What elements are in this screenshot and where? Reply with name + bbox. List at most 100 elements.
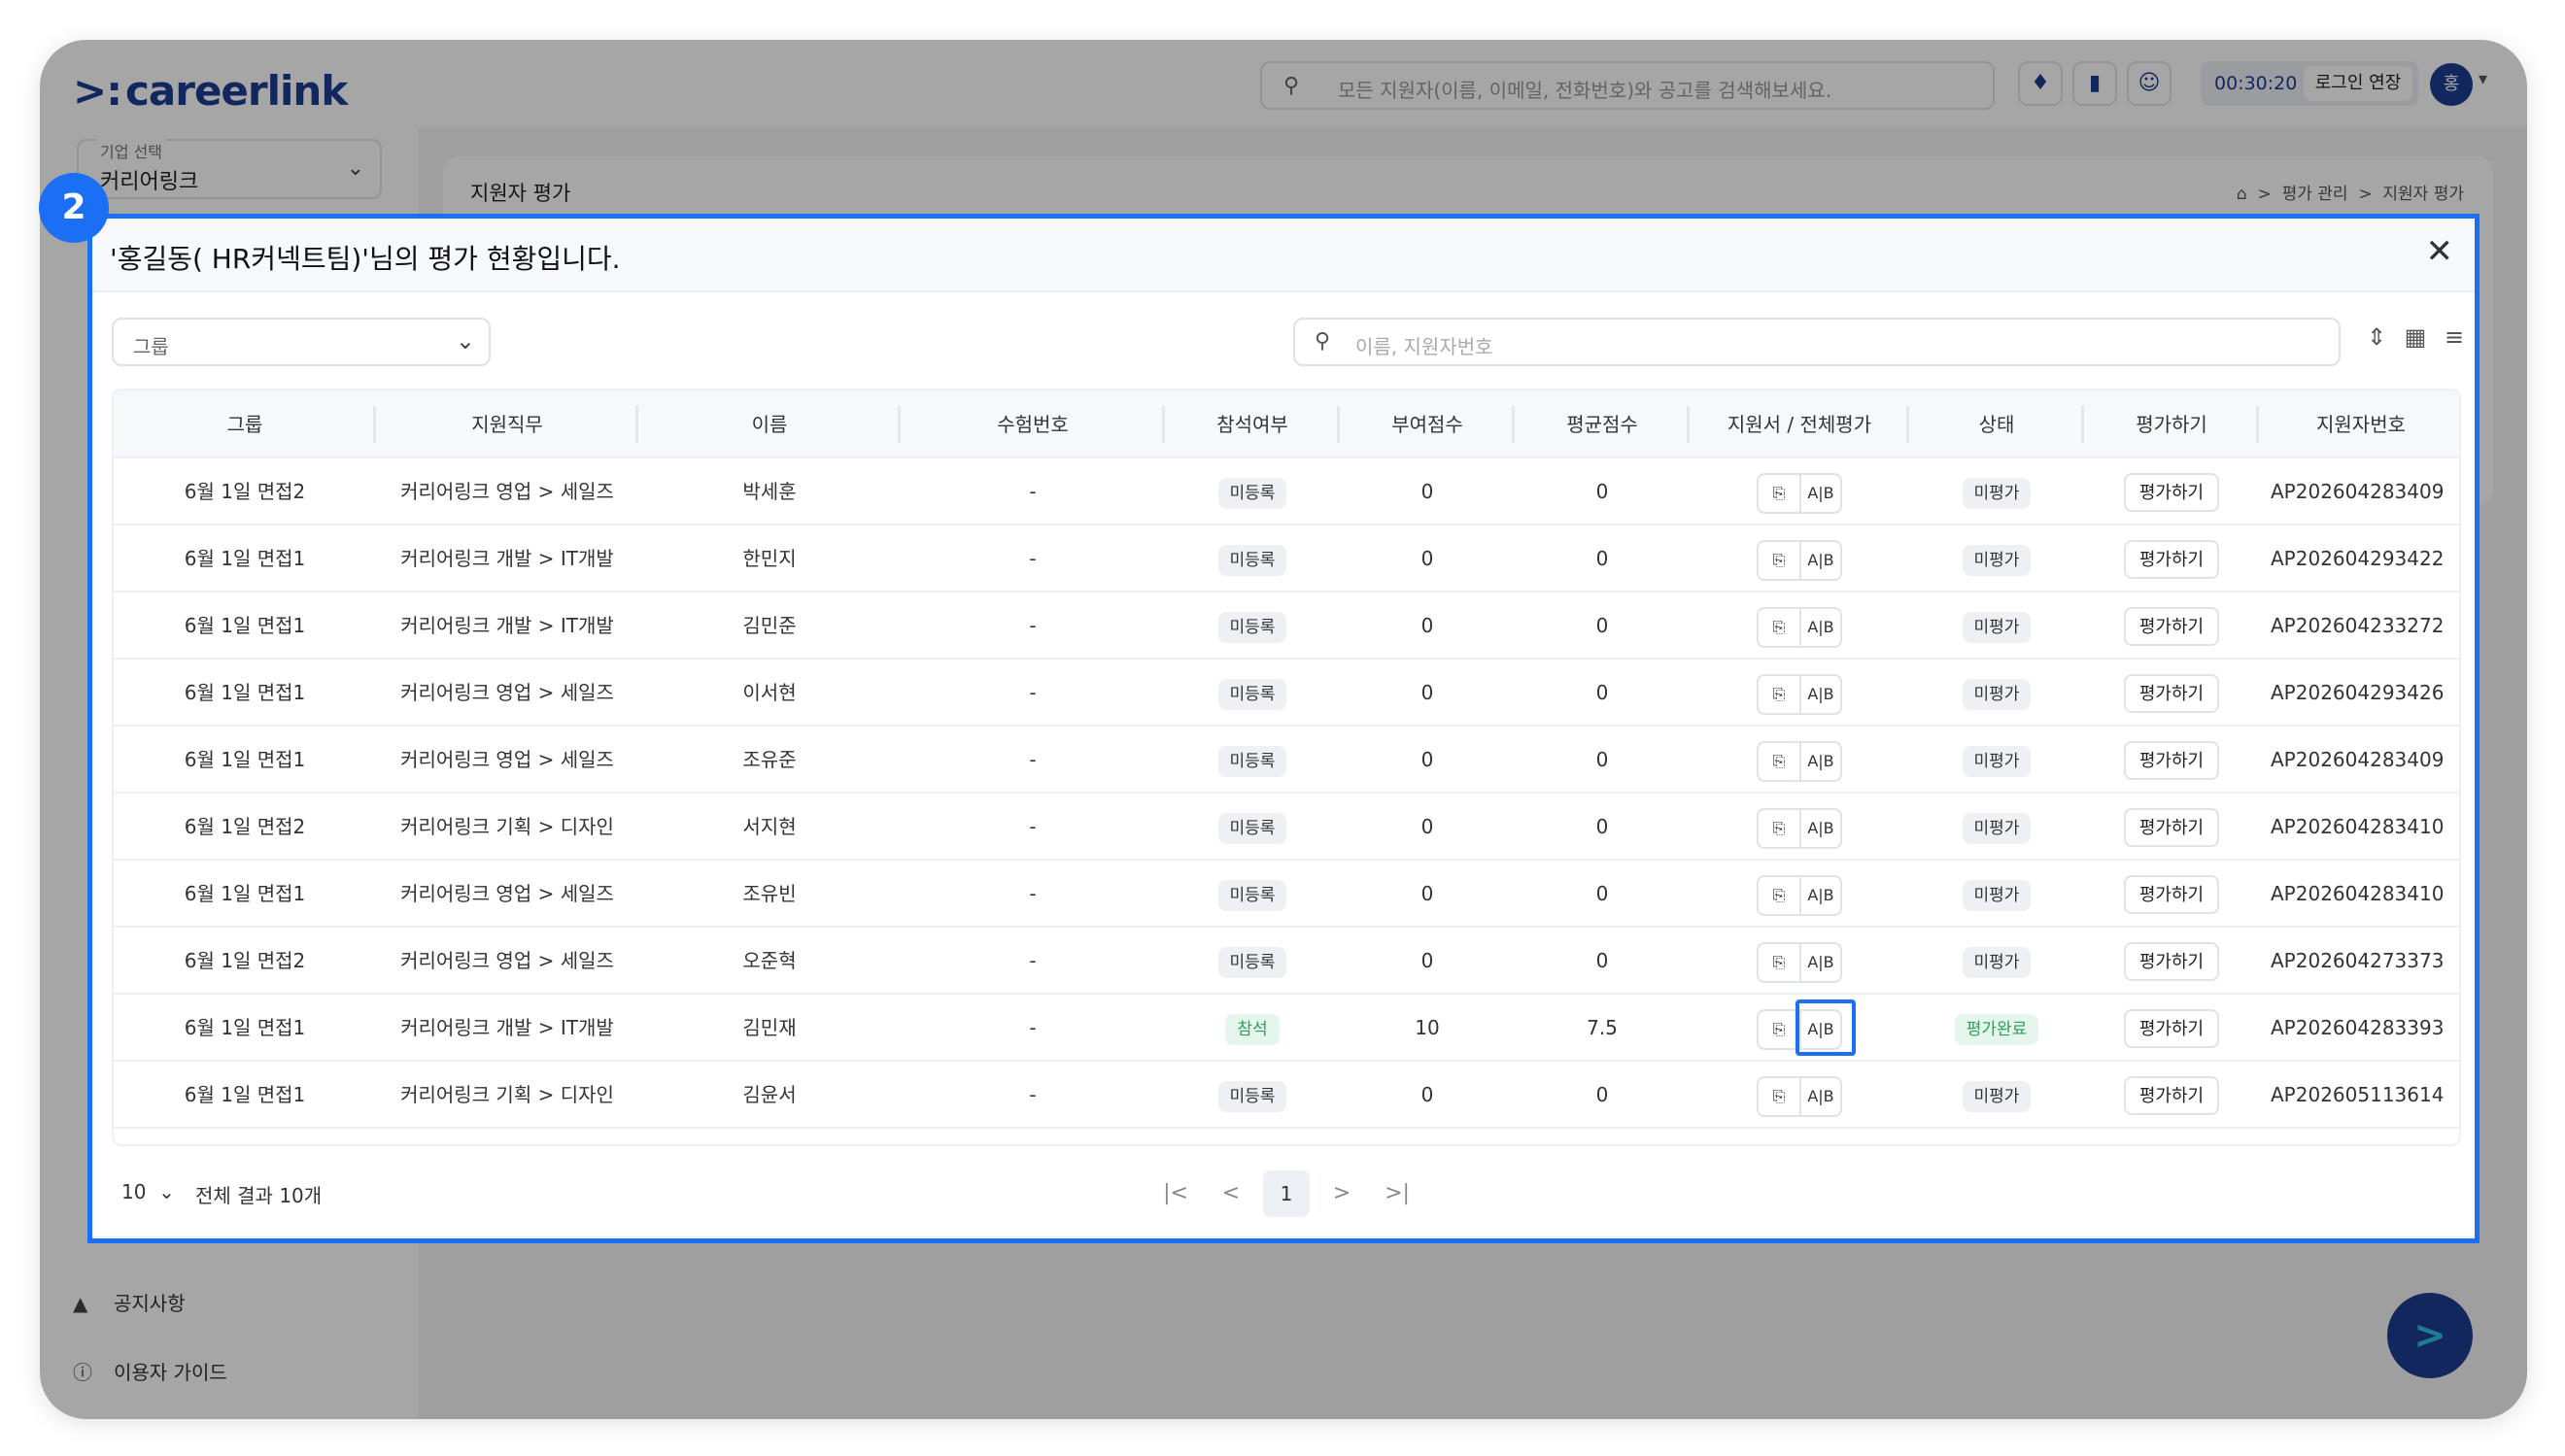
col-attendance: 미등록 <box>1165 794 1340 861</box>
table-row[interactable]: 6월 1일 면접1 커리어링크 영업 > 세일즈 이서현 - 미등록 0 0 ⎘ A|B 미평가 평… <box>114 660 2459 727</box>
application-view-icon[interactable]: ⎘ <box>1759 475 1799 512</box>
table-row[interactable]: 6월 1일 면접1 커리어링크 영업 > 세일즈 조유빈 - 미등록 0 0 ⎘ A|B 미평가 평… <box>114 861 2459 928</box>
application-view-icon[interactable]: ⎘ <box>1759 609 1799 646</box>
table-row[interactable]: 6월 1일 면접2 커리어링크 영업 > 세일즈 오준혁 - 미등록 0 0 ⎘ A|B 미평가 평… <box>114 928 2459 995</box>
chevron-down-icon: ⌄ <box>158 1180 175 1203</box>
attendance-badge: 미등록 <box>1217 478 1287 509</box>
all-evaluation-icon[interactable]: A|B <box>1799 876 1840 914</box>
sort-icon[interactable]: ⇕ <box>2362 323 2391 351</box>
col-attendance-header: 참석여부 <box>1165 390 1340 458</box>
attendance-badge: 미등록 <box>1217 880 1287 911</box>
attendance-badge: 미등록 <box>1217 612 1287 643</box>
col-exam-no: - <box>1029 1083 1037 1106</box>
table-row[interactable]: 6월 1일 면접1 커리어링크 개발 > IT개발 한민지 - 미등록 0 0 ⎘ A|B 미평가… <box>114 525 2459 593</box>
document-buttons: ⎘ A|B <box>1757 472 1842 514</box>
all-evaluation-icon[interactable]: A|B <box>1799 541 1840 579</box>
group-select[interactable]: 그룹 ⌄ <box>112 318 491 366</box>
table-header: 그룹 지원직무 이름 수험번호 참석여부 부여점수 평균점수 지원서 / 전체평가 상태 평가하기… <box>114 390 2459 458</box>
col-attendance: 미등록 <box>1165 727 1340 794</box>
evaluation-table: 그룹 지원직무 이름 수험번호 참석여부 부여점수 평균점수 지원서 / 전체평가 상태 평가하기… <box>112 389 2461 1146</box>
page-1-button[interactable]: 1 <box>1263 1170 1310 1217</box>
col-name: 조유준 <box>742 748 797 771</box>
col-attendance: 참석 <box>1165 995 1340 1062</box>
col-attendance: 미등록 <box>1165 1062 1340 1129</box>
col-attendance: 미등록 <box>1165 660 1340 727</box>
col-given-score: 0 <box>1420 949 1434 972</box>
all-evaluation-icon[interactable]: A|B <box>1799 675 1840 713</box>
document-buttons: ⎘ A|B <box>1757 874 1842 916</box>
application-view-icon[interactable]: ⎘ <box>1759 944 1799 981</box>
all-evaluation-icon[interactable]: A|B <box>1799 474 1840 512</box>
all-evaluation-icon[interactable]: A|B <box>1799 742 1840 780</box>
col-exam-no: - <box>1029 480 1037 503</box>
evaluate-button[interactable]: 평가하기 <box>2123 607 2220 646</box>
col-name: 김민준 <box>742 614 797 637</box>
evaluate-button[interactable]: 평가하기 <box>2123 473 2220 512</box>
col-evaluate: 평가하기 <box>2084 660 2259 727</box>
col-group: 6월 1일 면접1 <box>184 614 306 637</box>
table-row[interactable]: 6월 1일 면접1 커리어링크 개발 > IT개발 김민준 - 미등록 0 0 ⎘ A|B 미평가… <box>114 593 2459 660</box>
col-job: 커리어링크 영업 > 세일즈 <box>400 480 614 503</box>
evaluate-button[interactable]: 평가하기 <box>2123 741 2220 780</box>
evaluate-button[interactable]: 평가하기 <box>2123 1009 2220 1048</box>
evaluate-button[interactable]: 평가하기 <box>2123 1076 2220 1115</box>
col-average-score: 7.5 <box>1587 1016 1618 1039</box>
application-view-icon[interactable]: ⎘ <box>1759 810 1799 847</box>
col-application-all-eval: ⎘ A|B <box>1690 660 1909 727</box>
evaluate-button[interactable]: 평가하기 <box>2123 674 2220 713</box>
document-buttons: ⎘ A|B <box>1757 740 1842 782</box>
col-status: 미평가 <box>1909 1062 2084 1129</box>
attendance-badge: 미등록 <box>1217 746 1287 777</box>
col-given-score: 0 <box>1420 815 1434 838</box>
status-badge: 미평가 <box>1962 612 2032 643</box>
col-average-score-header: 평균점수 <box>1515 390 1690 458</box>
all-evaluation-icon[interactable]: A|B <box>1799 943 1840 981</box>
col-given-score: 0 <box>1420 614 1434 637</box>
col-name: 서지현 <box>742 815 797 838</box>
col-job: 커리어링크 영업 > 세일즈 <box>400 949 614 972</box>
application-view-icon[interactable]: ⎘ <box>1759 877 1799 914</box>
next-page-button[interactable]: > <box>1318 1170 1365 1217</box>
col-job: 커리어링크 영업 > 세일즈 <box>400 748 614 771</box>
last-page-button[interactable]: >| <box>1374 1170 1420 1217</box>
application-view-icon[interactable]: ⎘ <box>1759 676 1799 713</box>
close-icon[interactable]: ✕ <box>2426 232 2454 271</box>
evaluate-button[interactable]: 평가하기 <box>2123 942 2220 981</box>
col-application-all-eval: ⎘ A|B <box>1690 794 1909 861</box>
all-evaluation-icon[interactable]: A|B <box>1799 809 1840 847</box>
attendance-badge: 미등록 <box>1217 813 1287 844</box>
col-exam-no: - <box>1029 815 1037 838</box>
application-view-icon[interactable]: ⎘ <box>1759 542 1799 579</box>
per-page-select[interactable]: 10 ⌄ <box>121 1180 175 1203</box>
col-group: 6월 1일 면접2 <box>184 480 306 503</box>
all-evaluation-icon[interactable]: A|B <box>1799 1077 1840 1115</box>
evaluate-button[interactable]: 평가하기 <box>2123 875 2220 914</box>
table-row[interactable]: 6월 1일 면접1 커리어링크 기획 > 디자인 김윤서 - 미등록 0 0 ⎘ A|B 미평가 평… <box>114 1062 2459 1129</box>
prev-page-button[interactable]: < <box>1208 1170 1254 1217</box>
table-row[interactable]: 6월 1일 면접1 커리어링크 개발 > IT개발 김민재 - 참석 10 7.5 ⎘ A|B 평… <box>114 995 2459 1062</box>
application-view-icon[interactable]: ⎘ <box>1759 1011 1799 1048</box>
col-average-score: 0 <box>1595 1083 1609 1106</box>
all-evaluation-icon[interactable]: A|B <box>1799 608 1840 646</box>
col-exam-no: - <box>1029 614 1037 637</box>
attendance-badge: 미등록 <box>1217 1081 1287 1112</box>
evaluate-button[interactable]: 평가하기 <box>2123 540 2220 579</box>
col-name: 한민지 <box>742 547 797 570</box>
evaluate-button[interactable]: 평가하기 <box>2123 808 2220 847</box>
table-row[interactable]: 6월 1일 면접2 커리어링크 기획 > 디자인 서지현 - 미등록 0 0 ⎘ A|B 미평가 평… <box>114 794 2459 861</box>
table-row[interactable]: 6월 1일 면접2 커리어링크 영업 > 세일즈 박세훈 - 미등록 0 0 ⎘ A|B 미평가 평… <box>114 458 2459 525</box>
col-applicant-id: AP202604293426 <box>2271 681 2445 704</box>
search-icon: ⚲ <box>1315 329 1331 354</box>
first-page-button[interactable]: |< <box>1152 1170 1199 1217</box>
status-badge: 미평가 <box>1962 545 2032 576</box>
col-status: 미평가 <box>1909 525 2084 593</box>
col-job: 커리어링크 영업 > 세일즈 <box>400 882 614 905</box>
application-view-icon[interactable]: ⎘ <box>1759 1078 1799 1115</box>
applicant-search-input[interactable]: ⚲ 이름, 지원자번호 <box>1293 318 2341 366</box>
filter-icon[interactable]: ≡ <box>2440 323 2469 351</box>
table-row[interactable]: 6월 1일 면접1 커리어링크 영업 > 세일즈 조유준 - 미등록 0 0 ⎘ A|B 미평가 평… <box>114 727 2459 794</box>
application-view-icon[interactable]: ⎘ <box>1759 743 1799 780</box>
document-buttons: ⎘ A|B <box>1757 539 1842 581</box>
col-group: 6월 1일 면접2 <box>184 815 306 838</box>
columns-icon[interactable]: ▦ <box>2401 323 2430 351</box>
